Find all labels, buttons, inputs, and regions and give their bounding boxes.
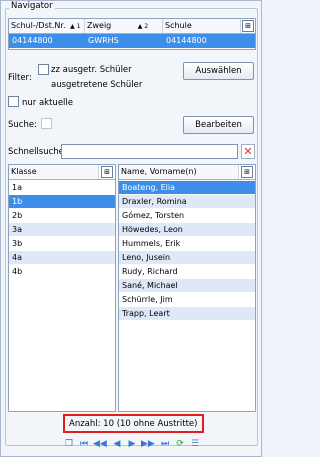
navigator-panel: Navigator Schul-/Dst.Nr. ▲ 1 Zweig ▲ 2 Sch…	[0, 0, 262, 457]
column-header-zweig[interactable]: Zweig ▲ 2	[85, 19, 163, 33]
list-item-label: 1b	[12, 197, 23, 206]
list-item[interactable]: Leno, Jusein	[119, 251, 255, 264]
name-column-header[interactable]: Name, Vorname(n)	[119, 165, 239, 179]
list-item[interactable]: 4a	[9, 251, 115, 264]
list-item[interactable]: Hummels, Erik	[119, 237, 255, 250]
list-item-label: Sané, Michael	[122, 281, 178, 290]
list-item-label: Rudy, Richard	[122, 267, 178, 276]
filter-checkbox-exited[interactable]	[38, 64, 49, 75]
column-header-label: Schule	[165, 21, 192, 30]
list-item-label: Draxler, Romina	[122, 197, 187, 206]
list-item[interactable]: Rudy, Richard	[119, 265, 255, 278]
list-item-label: 4a	[12, 253, 22, 262]
table-cell: GWRHS	[88, 36, 119, 45]
clear-search-icon[interactable]: ✕	[241, 144, 255, 159]
filter-option-label-2: ausgetretene Schüler	[51, 80, 143, 90]
class-list[interactable]: Klasse ⊞ 1a 1b 2b 3a 3b 4a 4b	[8, 164, 116, 412]
class-column-header[interactable]: Klasse	[9, 165, 99, 179]
list-item-label: 2b	[12, 211, 23, 220]
list-item[interactable]: 3b	[9, 237, 115, 250]
list-item[interactable]: 1a	[9, 181, 115, 194]
column-header-label: Zweig	[87, 21, 112, 30]
quick-search-label: Schnellsuche	[8, 147, 64, 157]
list-item-label: 1a	[12, 183, 22, 192]
filter-label: Filter:	[8, 73, 32, 83]
sort-order: 2	[144, 23, 149, 30]
only-current-checkbox[interactable]	[8, 96, 19, 107]
list-item[interactable]: Gómez, Torsten	[119, 209, 255, 222]
list-item[interactable]: Sané, Michael	[119, 279, 255, 292]
list-item[interactable]: 1b	[9, 195, 115, 208]
refresh-icon[interactable]: ⟳	[174, 438, 186, 450]
list-item-label: Boateng, Elia	[122, 183, 175, 192]
list-item[interactable]: Schürrle, Jim	[119, 293, 255, 306]
list-item-label: Höwedes, Leon	[122, 225, 183, 234]
last-record-icon[interactable]: ⏭	[159, 438, 171, 450]
select-button[interactable]: Auswählen	[183, 62, 254, 80]
school-grid[interactable]: Schul-/Dst.Nr. ▲ 1 Zweig ▲ 2 Schule ⊞ 0414…	[8, 18, 256, 50]
next-page-icon[interactable]: ▶▶	[141, 438, 155, 450]
list-item-label: Leno, Jusein	[122, 253, 171, 262]
search-checkbox[interactable]	[41, 118, 52, 129]
only-current-label: nur aktuelle	[22, 98, 74, 108]
quick-search-input[interactable]	[61, 144, 238, 159]
column-chooser-icon[interactable]: ⊞	[242, 20, 254, 32]
list-item-label: Hummels, Erik	[122, 239, 181, 248]
column-header-label: Schul-/Dst.Nr.	[11, 21, 66, 30]
previous-page-icon[interactable]: ◀◀	[93, 438, 107, 450]
first-record-icon[interactable]: ⏮	[78, 438, 90, 450]
list-item-label: 3b	[12, 239, 23, 248]
list-item-label: Gómez, Torsten	[122, 211, 185, 220]
previous-record-icon[interactable]: ◀	[111, 438, 123, 450]
list-item-label: Schürrle, Jim	[122, 295, 173, 304]
list-icon[interactable]: ☰	[189, 438, 201, 450]
list-item[interactable]: 4b	[9, 265, 115, 278]
column-chooser-icon[interactable]: ⊞	[101, 166, 113, 178]
list-item[interactable]: 2b	[9, 209, 115, 222]
table-row[interactable]: 04144800 GWRHS 04144800	[9, 34, 255, 48]
column-chooser-icon[interactable]: ⊞	[241, 166, 253, 178]
list-item[interactable]: Höwedes, Leon	[119, 223, 255, 236]
edit-button[interactable]: Bearbeiten	[183, 116, 254, 134]
list-item[interactable]: 3a	[9, 223, 115, 236]
list-item-label: 4b	[12, 267, 23, 276]
record-count: Anzahl: 10 (10 ohne Austritte)	[69, 419, 198, 429]
table-cell: 04144800	[12, 36, 53, 45]
student-list[interactable]: Name, Vorname(n) ⊞ Boateng, Elia Draxler…	[118, 164, 256, 412]
sort-indicator-icon: ▲	[70, 23, 75, 30]
list-item[interactable]: Draxler, Romina	[119, 195, 255, 208]
sort-indicator-icon: ▲	[137, 23, 143, 30]
copy-icon[interactable]: ❐	[63, 438, 75, 450]
sort-order: 1	[76, 23, 81, 30]
list-item[interactable]: Trapp, Leart	[119, 307, 255, 320]
list-item-label: 3a	[12, 225, 22, 234]
navigator-title: Navigator	[9, 1, 55, 11]
list-item-label: Trapp, Leart	[122, 309, 170, 318]
record-navigation-bar: ❐ ⏮ ◀◀ ◀ ▶ ▶▶ ⏭ ⟳ ☰	[1, 438, 263, 452]
table-cell: 04144800	[166, 36, 207, 45]
next-record-icon[interactable]: ▶	[126, 438, 138, 450]
filter-option-label: zz ausgetr. Schüler	[51, 65, 132, 75]
column-header-schule[interactable]: Schule	[163, 19, 241, 33]
column-header-schulnr[interactable]: Schul-/Dst.Nr. ▲ 1	[9, 19, 85, 33]
list-item[interactable]: Boateng, Elia	[119, 181, 255, 194]
search-label: Suche:	[8, 120, 37, 130]
